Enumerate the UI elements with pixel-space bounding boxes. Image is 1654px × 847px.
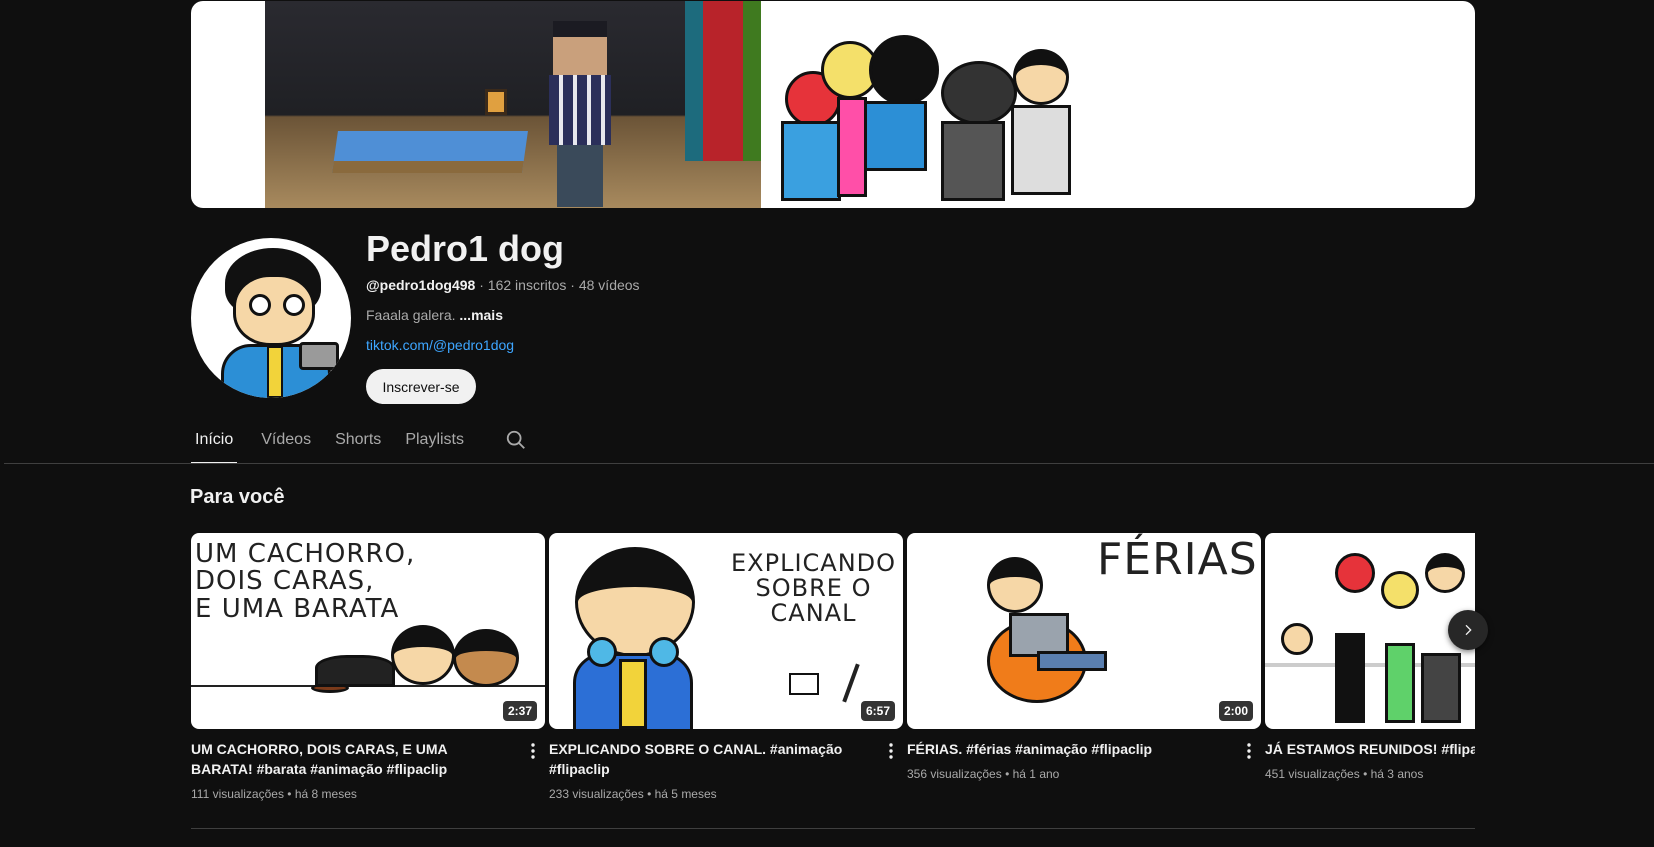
meta-separator: · (479, 277, 484, 293)
view-count: 451 visualizações (1265, 767, 1360, 781)
meta-separator: · (570, 277, 575, 293)
section-divider (191, 828, 1475, 829)
view-count: 111 visualizações (191, 787, 284, 801)
tab-playlists[interactable]: Playlists (405, 420, 464, 464)
search-icon[interactable] (496, 420, 536, 460)
tabs-divider (4, 463, 1654, 464)
video-title[interactable]: EXPLICANDO SOBRE O CANAL. #animação #fli… (549, 739, 869, 779)
video-card[interactable]: JÁ ESTAMOS REUNIDOS! #flipaclip 451 visu… (1265, 533, 1475, 781)
more-vert-icon[interactable] (879, 739, 903, 763)
more-link[interactable]: ...mais (459, 307, 503, 323)
thumbnail-text: UM CACHORRO, DOIS CARAS, E UMA BARATA (195, 539, 416, 624)
meta-dot: • (647, 787, 652, 801)
upload-age: há 1 ano (1012, 767, 1060, 781)
channel-description[interactable]: Faaala galera. ...mais (366, 307, 503, 323)
video-duration: 2:37 (502, 701, 537, 721)
video-title[interactable]: FÉRIAS. #férias #animação #flipaclip (907, 739, 1227, 759)
upload-age: há 5 meses (654, 787, 717, 801)
tab-shorts[interactable]: Shorts (335, 420, 381, 464)
video-meta: 111 visualizações • há 8 meses (191, 787, 545, 801)
subscribe-button[interactable]: Inscrever-se (366, 369, 476, 404)
video-meta: 356 visualizações • há 1 ano (907, 767, 1261, 781)
banner-cartoon-art (761, 1, 1091, 208)
subscriber-count: 162 inscritos (487, 277, 567, 293)
channel-banner (191, 1, 1475, 208)
video-title[interactable]: UM CACHORRO, DOIS CARAS, E UMA BARATA! #… (191, 739, 511, 779)
video-shelf: UM CACHORRO, DOIS CARAS, E UMA BARATA 2:… (191, 533, 1475, 813)
more-vert-icon[interactable] (521, 739, 545, 763)
channel-tabs: Início Vídeos Shorts Playlists (191, 420, 536, 464)
meta-dot: • (1363, 767, 1368, 781)
video-card[interactable]: UM CACHORRO, DOIS CARAS, E UMA BARATA 2:… (191, 533, 545, 801)
banner-minecraft-art (265, 1, 761, 208)
chevron-right-icon[interactable] (1448, 610, 1488, 650)
thumbnail-text: EXPLICANDO SOBRE O CANAL (731, 549, 897, 628)
video-card[interactable]: FÉRIAS 2:00 FÉRIAS. #férias #animação #f… (907, 533, 1261, 781)
channel-avatar[interactable] (191, 238, 351, 398)
video-meta: 451 visualizações • há 3 anos (1265, 767, 1475, 781)
upload-age: há 8 meses (294, 787, 357, 801)
channel-name: Pedro1 dog (366, 228, 565, 269)
tab-videos[interactable]: Vídeos (261, 420, 311, 464)
view-count: 233 visualizações (549, 787, 644, 801)
video-card[interactable]: EXPLICANDO SOBRE O CANAL 6:57 EXPLICANDO… (549, 533, 903, 801)
meta-dot: • (287, 787, 292, 801)
video-thumbnail[interactable]: EXPLICANDO SOBRE O CANAL 6:57 (549, 533, 903, 729)
description-text: Faaala galera. (366, 307, 456, 323)
channel-handle: @pedro1dog498 (366, 277, 476, 293)
more-vert-icon[interactable] (1237, 739, 1261, 763)
video-duration: 2:00 (1218, 701, 1253, 721)
video-meta: 233 visualizações • há 5 meses (549, 787, 903, 801)
video-thumbnail[interactable]: FÉRIAS 2:00 (907, 533, 1261, 729)
video-count: 48 vídeos (578, 277, 640, 293)
thumbnail-text: FÉRIAS (1097, 534, 1258, 585)
upload-age: há 3 anos (1370, 767, 1424, 781)
video-thumbnail[interactable]: UM CACHORRO, DOIS CARAS, E UMA BARATA 2:… (191, 533, 545, 729)
channel-meta: @pedro1dog498 · 162 inscritos · 48 vídeo… (366, 277, 640, 293)
video-thumbnail[interactable] (1265, 533, 1475, 729)
channel-link[interactable]: tiktok.com/@pedro1dog (366, 337, 514, 353)
video-title[interactable]: JÁ ESTAMOS REUNIDOS! #flipaclip (1265, 739, 1475, 759)
section-title: Para você (190, 486, 285, 508)
view-count: 356 visualizações (907, 767, 1002, 781)
video-duration: 6:57 (860, 701, 895, 721)
meta-dot: • (1005, 767, 1010, 781)
tab-home[interactable]: Início (191, 420, 238, 464)
